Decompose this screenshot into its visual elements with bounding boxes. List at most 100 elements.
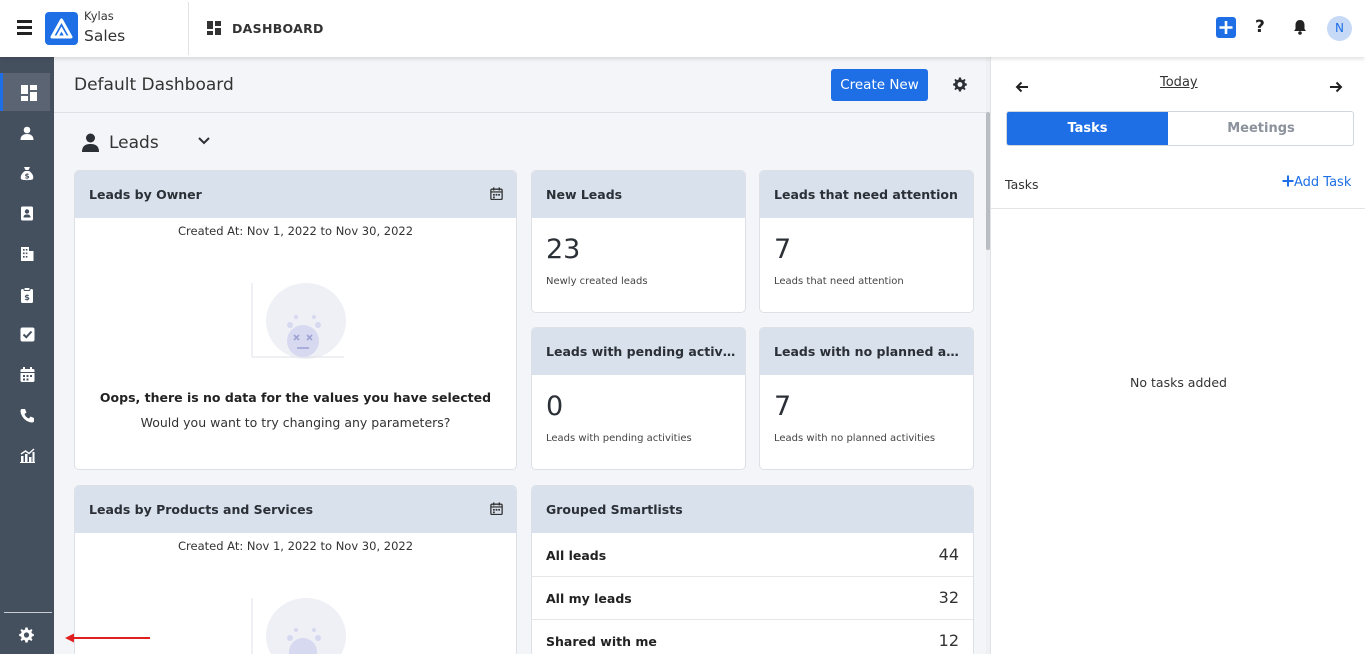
- svg-text:$: $: [25, 173, 30, 181]
- metric-value: 7: [774, 391, 792, 422]
- calendar-icon[interactable]: [490, 502, 503, 515]
- dashboard-icon: [21, 85, 37, 101]
- new-leads-card[interactable]: New Leads 23 Newly created leads: [531, 170, 746, 313]
- settings-gear-icon[interactable]: [18, 627, 34, 643]
- smartlist-count: 32: [938, 588, 959, 607]
- create-new-button[interactable]: Create New: [831, 69, 928, 101]
- sidebar-item-reports[interactable]: [2, 436, 52, 474]
- add-task-label: Add Task: [1294, 175, 1352, 190]
- sidebar-item-contacts[interactable]: [2, 194, 52, 232]
- card-title: Leads with pending activiti…: [546, 344, 738, 359]
- card-title: Grouped Smartlists: [546, 502, 683, 517]
- reports-icon: [20, 448, 35, 463]
- sidebar-item-calls[interactable]: [2, 396, 52, 434]
- product-name: Sales: [84, 27, 126, 45]
- money-bag-icon: $: [20, 167, 34, 181]
- smartlist-count: 44: [938, 545, 959, 564]
- svg-text:$: $: [24, 293, 30, 302]
- sidebar-item-tasks[interactable]: [2, 315, 52, 353]
- smartlist-row[interactable]: All my leads 32: [532, 577, 973, 620]
- header-divider: [188, 2, 189, 55]
- card-header: New Leads: [532, 171, 745, 218]
- smartlist-name: All my leads: [546, 591, 632, 606]
- chevron-down-icon: [198, 137, 210, 145]
- quick-add-button[interactable]: [1216, 17, 1236, 38]
- calendar-icon: [20, 367, 35, 382]
- help-icon[interactable]: ?: [1255, 17, 1265, 37]
- top-header: Kylas Sales DASHBOARD ? N: [0, 0, 1365, 57]
- metric-caption: Leads that need attention: [774, 276, 904, 287]
- dashboard-settings-icon[interactable]: [952, 77, 967, 92]
- smartlist-count: 12: [938, 631, 959, 650]
- panel-tabs: Tasks Meetings: [1006, 111, 1354, 146]
- checkbox-icon: [20, 327, 35, 342]
- grouped-smartlists-card: Grouped Smartlists All leads 44 All my l…: [531, 485, 974, 654]
- leads-by-owner-card: Leads by Owner Created At: Nov 1, 2022 t…: [74, 170, 517, 470]
- card-header: Leads by Owner: [75, 171, 516, 218]
- card-header: Grouped Smartlists: [532, 486, 973, 533]
- page-title: Default Dashboard: [74, 75, 234, 95]
- card-title: Leads by Products and Services: [89, 502, 314, 517]
- plus-icon: [1282, 175, 1294, 187]
- smartlist-name: All leads: [546, 548, 607, 563]
- empty-state-illustration: [251, 283, 346, 359]
- left-sidebar: $ $: [0, 57, 54, 654]
- annotation-arrow-icon: [65, 633, 150, 643]
- card-header: Leads that need attention: [760, 171, 973, 218]
- leads-need-attention-card[interactable]: Leads that need attention 7 Leads that n…: [759, 170, 974, 313]
- section-title: DASHBOARD: [232, 21, 324, 36]
- metric-value: 7: [774, 234, 792, 265]
- user-icon: [82, 133, 99, 152]
- kylas-logo[interactable]: [45, 12, 78, 45]
- sidebar-item-companies[interactable]: [2, 234, 52, 272]
- entity-selector-label: Leads: [109, 133, 159, 153]
- card-title: Leads with no planned acti…: [774, 344, 966, 359]
- metric-value: 0: [546, 391, 564, 422]
- notification-bell-icon[interactable]: [1292, 19, 1308, 35]
- add-task-button[interactable]: Add Task: [1282, 175, 1351, 190]
- building-icon: [21, 247, 34, 261]
- right-activity-panel: Today Tasks Meetings Tasks Add Task No t…: [990, 57, 1365, 654]
- date-range-text: Created At: Nov 1, 2022 to Nov 30, 2022: [177, 224, 414, 238]
- sidebar-divider: [4, 612, 52, 613]
- user-avatar[interactable]: N: [1327, 16, 1352, 41]
- tasks-section-label: Tasks: [1005, 177, 1039, 192]
- tab-tasks[interactable]: Tasks: [1007, 112, 1168, 145]
- date-range-text: Created At: Nov 1, 2022 to Nov 30, 2022: [177, 539, 414, 553]
- leads-by-products-card: Leads by Products and Services Created A…: [74, 485, 517, 654]
- sidebar-item-dashboard[interactable]: [0, 73, 50, 111]
- user-icon: [20, 126, 34, 140]
- calendar-icon[interactable]: [490, 187, 503, 200]
- card-title: Leads that need attention: [774, 187, 958, 202]
- metric-caption: Leads with no planned activities: [774, 433, 936, 444]
- smartlist-name: Shared with me: [546, 634, 657, 649]
- phone-icon: [20, 409, 34, 423]
- leads-pending-activities-card[interactable]: Leads with pending activiti… 0 Leads wit…: [531, 327, 746, 470]
- dashboard-main: Default Dashboard Create New Leads Leads…: [54, 57, 988, 654]
- card-header: Leads with no planned acti…: [760, 328, 973, 375]
- arrow-left-icon[interactable]: [1015, 81, 1029, 93]
- sidebar-item-leads[interactable]: [2, 114, 52, 152]
- plus-icon: [1219, 21, 1233, 34]
- empty-tasks-message: No tasks added: [1130, 375, 1227, 390]
- leads-no-planned-activities-card[interactable]: Leads with no planned acti… 7 Leads with…: [759, 327, 974, 470]
- smartlist-row[interactable]: All leads 44: [532, 534, 973, 577]
- dashboard-icon: [207, 21, 221, 35]
- sidebar-item-quotes[interactable]: $: [2, 275, 52, 313]
- brand-name: Kylas: [84, 9, 114, 23]
- tab-meetings[interactable]: Meetings: [1168, 112, 1353, 145]
- sidebar-item-deals[interactable]: $: [2, 154, 52, 192]
- page-title-bar: Default Dashboard Create New: [54, 57, 988, 113]
- smartlist-row[interactable]: Shared with me 12: [532, 620, 973, 654]
- metric-caption: Newly created leads: [546, 276, 648, 287]
- sidebar-item-meetings[interactable]: [2, 355, 52, 393]
- card-header: Leads by Products and Services: [75, 486, 516, 533]
- panel-divider: [991, 208, 1365, 209]
- arrow-right-icon[interactable]: [1329, 81, 1343, 93]
- empty-state-illustration: [251, 598, 346, 654]
- metric-caption: Leads with pending activities: [546, 433, 692, 444]
- hamburger-menu-icon[interactable]: [17, 20, 32, 35]
- date-label[interactable]: Today: [1160, 75, 1198, 90]
- card-header: Leads with pending activiti…: [532, 328, 745, 375]
- metric-value: 23: [546, 234, 581, 265]
